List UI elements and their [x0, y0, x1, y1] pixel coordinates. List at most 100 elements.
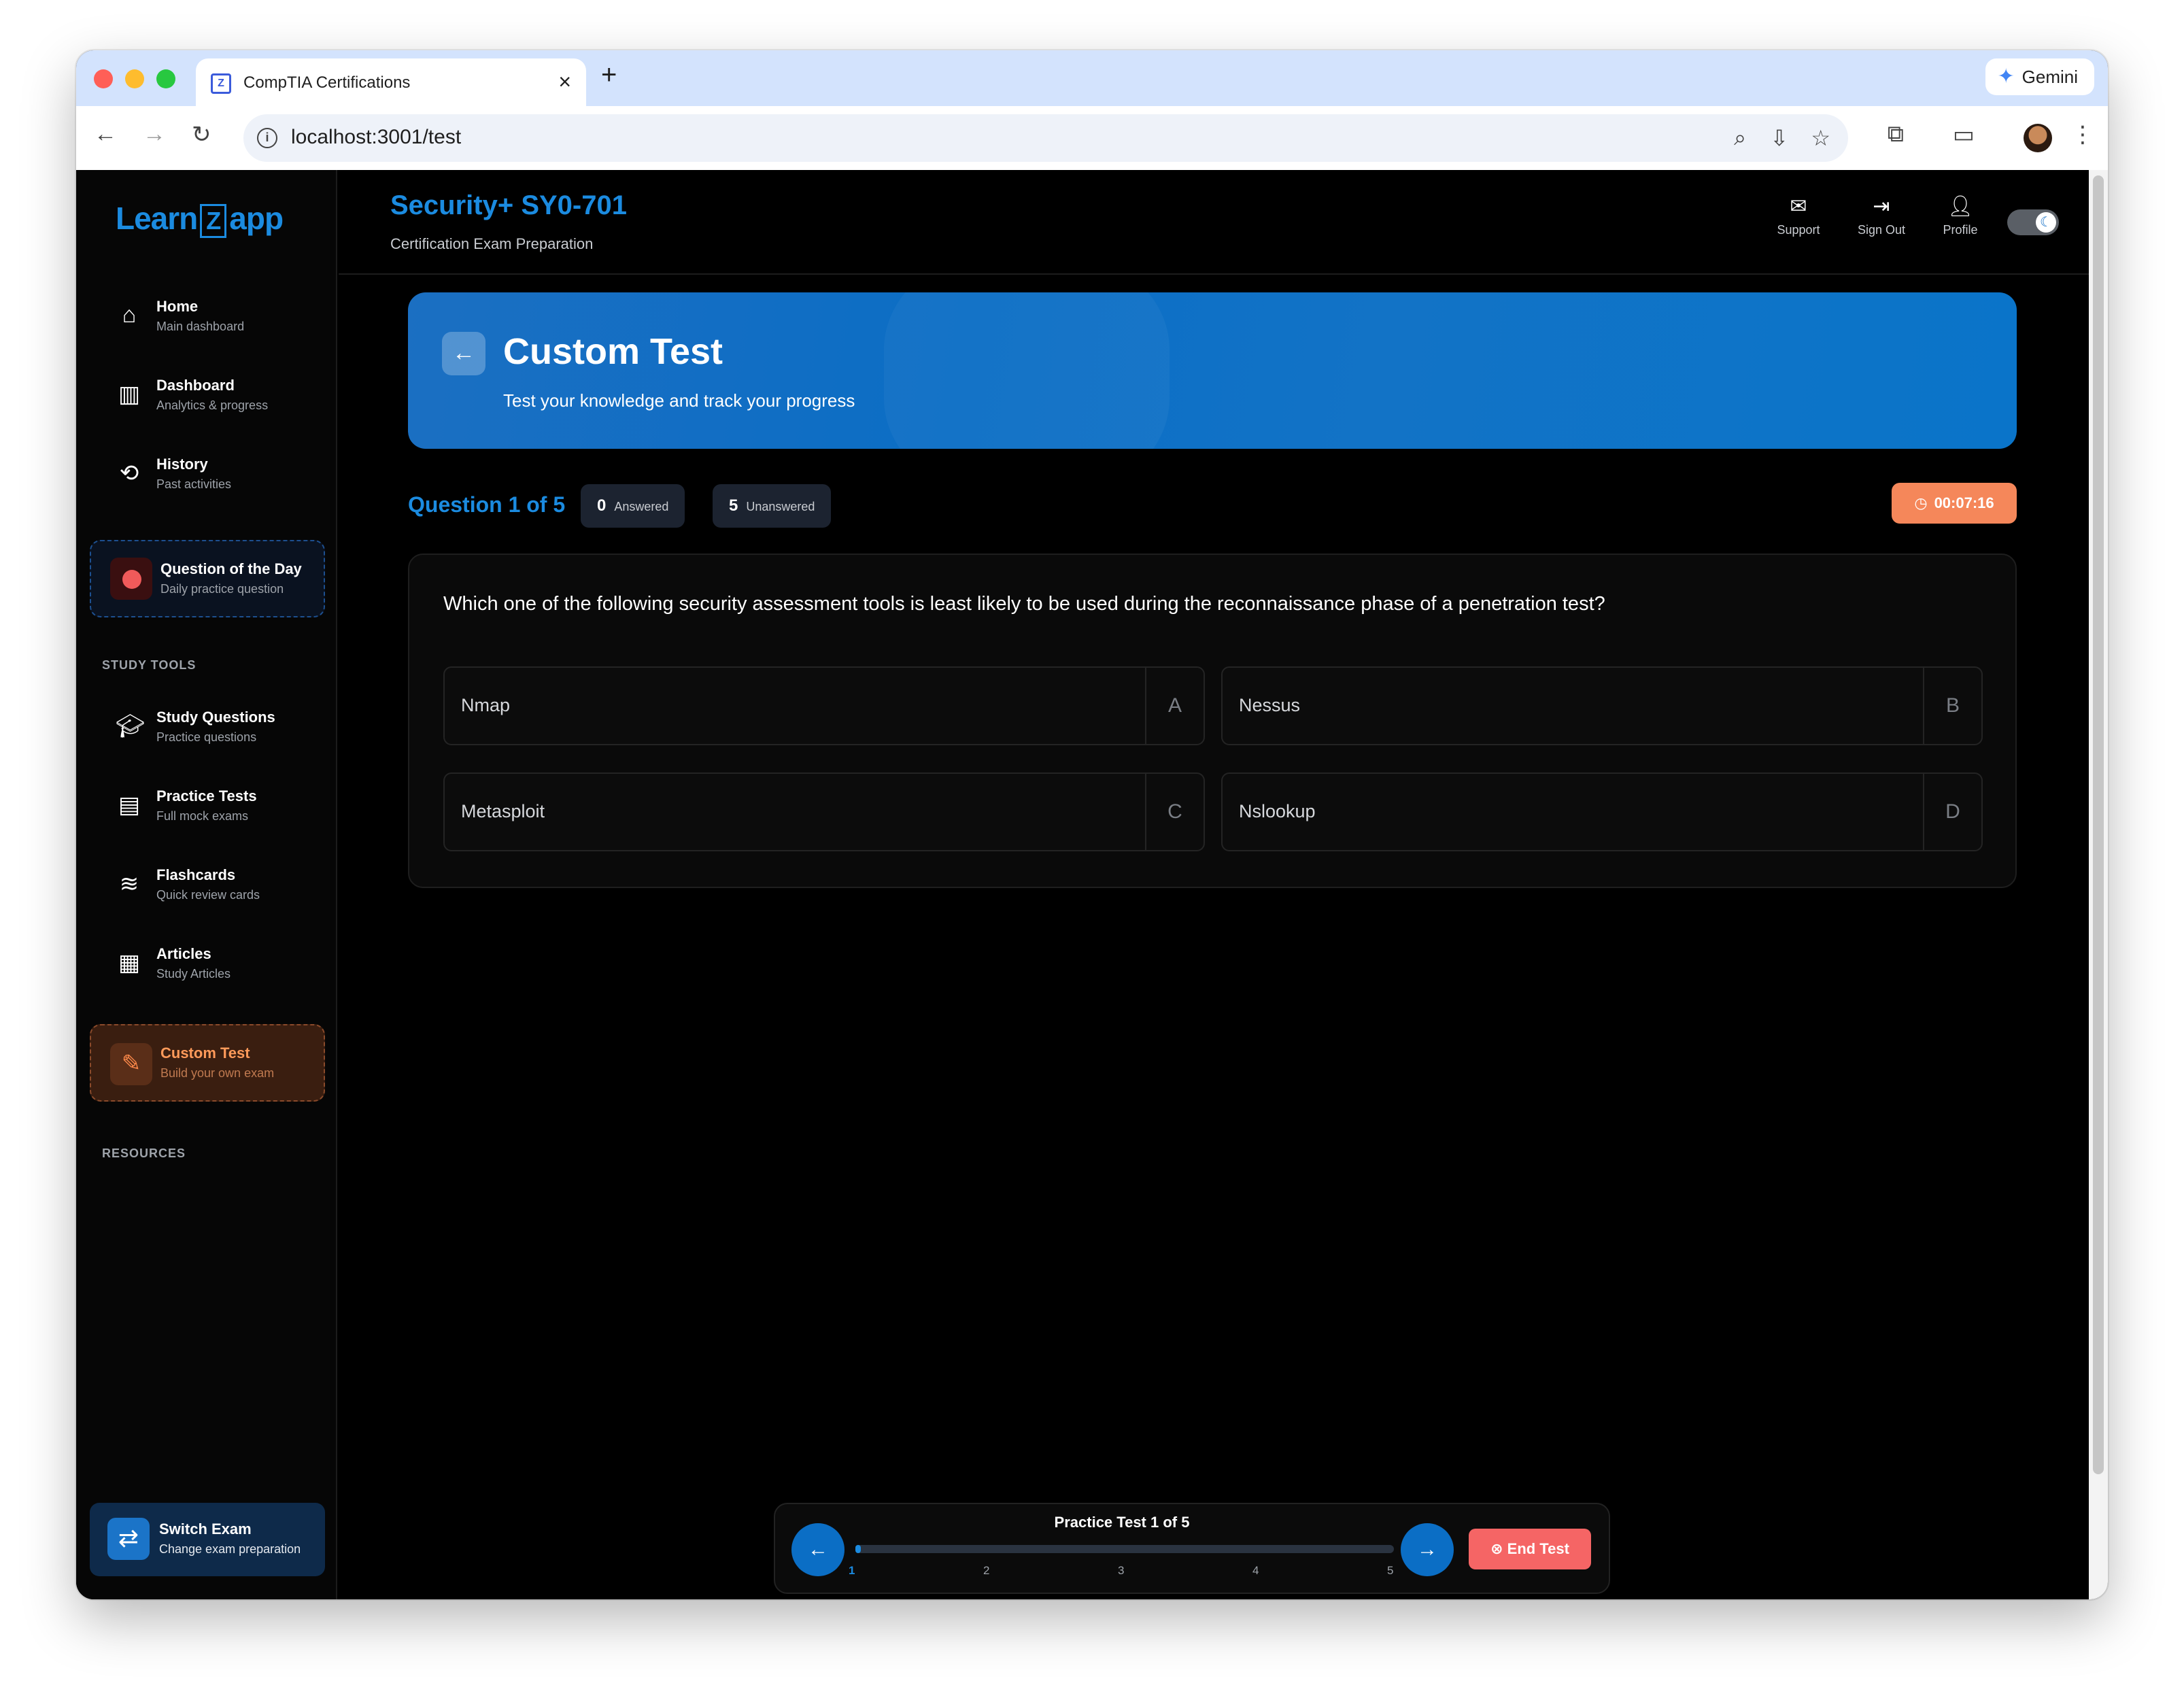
address-bar[interactable]: i localhost:3001/test ⌕ ⇩ ☆: [243, 114, 1848, 162]
progress-tick-5[interactable]: 5: [1387, 1564, 1393, 1578]
option-d[interactable]: Nslookup D: [1221, 772, 1983, 851]
progress-tick-4[interactable]: 4: [1252, 1564, 1259, 1578]
progress-tick-3[interactable]: 3: [1118, 1564, 1124, 1578]
sidebar-item-history[interactable]: ⟲ History Past activities: [116, 449, 320, 503]
test-progress-track[interactable]: [855, 1545, 1394, 1553]
option-c[interactable]: Metasploit C: [443, 772, 1205, 851]
minimize-window-button[interactable]: [125, 69, 144, 88]
install-app-icon[interactable]: ⇩: [1770, 125, 1788, 151]
sidebar: Learn Zapp ⌂ Home Main dashboard ▥ Dashbo…: [76, 170, 337, 1599]
progress-tick-2[interactable]: 2: [983, 1564, 989, 1578]
study-tools-heading: STUDY TOOLS: [102, 658, 197, 672]
tab-strip: Z CompTIA Certifications × + ✦ Gemini: [76, 50, 2108, 106]
kebab-menu-icon[interactable]: ⋮: [2071, 121, 2094, 148]
layers-icon: ≋: [119, 871, 139, 897]
graduation-cap-icon: 🎓︎: [116, 713, 146, 739]
previous-question-button[interactable]: ←: [791, 1523, 844, 1576]
favicon-icon: Z: [211, 73, 231, 94]
sidebar-item-sub: Practice questions: [156, 730, 257, 744]
logo-text-start: Learn: [116, 201, 198, 236]
site-info-icon[interactable]: i: [257, 128, 277, 148]
gemini-label: Gemini: [2021, 67, 2078, 87]
page-subtitle: Certification Exam Preparation: [390, 235, 594, 252]
history-icon: ⟲: [119, 460, 139, 486]
profile-button[interactable]: 👤︎ Profile: [1930, 194, 1991, 237]
clock-icon: ◷: [1914, 494, 1928, 511]
sidebar-item-sub: Main dashboard: [156, 320, 245, 333]
option-text: Metasploit: [461, 801, 545, 821]
page-title: Security+ SY0-701: [390, 190, 627, 220]
option-key: A: [1145, 668, 1204, 744]
learnzapp-logo[interactable]: Learn Zapp: [116, 200, 284, 238]
switch-exam-button[interactable]: ⇄ Switch Exam Change exam preparation: [90, 1503, 325, 1576]
tab-title: CompTIA Certifications: [243, 73, 411, 92]
sidebar-item-sub: Past activities: [156, 477, 232, 491]
sidebar-item-articles[interactable]: ▦ Articles Study Articles: [116, 938, 320, 993]
sign-out-button[interactable]: ⇥ Sign Out: [1851, 194, 1912, 237]
switch-exam-label: Switch Exam: [159, 1520, 252, 1537]
answered-badge: 0 Answered: [581, 484, 685, 528]
record-dot-icon: [110, 558, 152, 600]
option-text: Nslookup: [1239, 801, 1316, 821]
sidebar-item-question-of-the-day[interactable]: Question of the Day Daily practice quest…: [90, 540, 325, 617]
sidebar-item-sub: Study Articles: [156, 967, 231, 981]
sidebar-item-label: Articles: [156, 945, 211, 962]
switch-exam-sub: Change exam preparation: [159, 1542, 301, 1556]
timer-value: 00:07:16: [1934, 494, 1994, 511]
bookmark-star-icon[interactable]: ☆: [1811, 125, 1830, 151]
qod-label: Question of the Day: [160, 560, 302, 577]
reload-icon[interactable]: ↻: [192, 121, 211, 148]
moon-icon: ☾: [2036, 212, 2056, 233]
question-card: Which one of the following security asse…: [408, 554, 2017, 888]
unanswered-badge: 5 Unanswered: [713, 484, 832, 528]
back-arrow-icon[interactable]: ←: [442, 332, 485, 375]
sidebar-item-label: History: [156, 456, 208, 473]
page-header: Security+ SY0-701 Certification Exam Pre…: [339, 170, 2089, 275]
sidebar-item-sub: Quick review cards: [156, 888, 260, 902]
logo-z-mark: Z: [200, 204, 227, 238]
sidebar-item-custom-test[interactable]: ✎ Custom Test Build your own exam: [90, 1024, 325, 1102]
sidebar-item-practice-tests[interactable]: ▤ Practice Tests Full mock exams: [116, 781, 320, 835]
url-text[interactable]: localhost:3001/test: [291, 126, 461, 149]
tab-search-icon[interactable]: ▭: [1953, 121, 1975, 148]
option-text: Nmap: [461, 695, 511, 715]
page-scrollbar-thumb[interactable]: [2093, 175, 2104, 1474]
next-question-button[interactable]: →: [1401, 1523, 1454, 1576]
extensions-icon[interactable]: ⧉: [1888, 121, 1904, 148]
logo-text-end: app: [229, 201, 284, 236]
custom-test-sub: Build your own exam: [160, 1066, 275, 1080]
resources-heading: RESOURCES: [102, 1146, 186, 1160]
browser-window: Z CompTIA Certifications × + ✦ Gemini ← …: [76, 50, 2108, 1599]
user-icon: 👤︎: [1947, 195, 1974, 218]
option-b[interactable]: Nessus B: [1221, 666, 1983, 745]
browser-profile-avatar[interactable]: [2024, 124, 2052, 152]
sidebar-item-dashboard[interactable]: ▥ Dashboard Analytics & progress: [116, 370, 320, 424]
browser-tab[interactable]: Z CompTIA Certifications ×: [196, 58, 586, 106]
sidebar-item-label: Study Questions: [156, 709, 275, 726]
option-a[interactable]: Nmap A: [443, 666, 1205, 745]
zoom-icon[interactable]: ⌕: [1734, 125, 1746, 151]
theme-toggle[interactable]: ☾: [2007, 209, 2059, 235]
option-key: C: [1145, 774, 1204, 850]
sidebar-item-label: Practice Tests: [156, 787, 257, 804]
custom-test-label: Custom Test: [160, 1044, 250, 1061]
forward-arrow-icon[interactable]: →: [143, 121, 166, 148]
tab-close-icon[interactable]: ×: [558, 69, 571, 95]
question-counter: Question 1 of 5: [408, 492, 566, 517]
gemini-button[interactable]: ✦ Gemini: [1985, 58, 2094, 95]
sidebar-item-study-questions[interactable]: 🎓︎ Study Questions Practice questions: [116, 702, 320, 756]
option-text: Nessus: [1239, 695, 1301, 715]
back-arrow-icon[interactable]: ←: [94, 121, 117, 148]
end-test-label: End Test: [1507, 1540, 1569, 1557]
sidebar-item-label: Flashcards: [156, 866, 236, 883]
sidebar-item-home[interactable]: ⌂ Home Main dashboard: [116, 291, 320, 345]
edit-icon: ✎: [110, 1043, 152, 1085]
progress-tick-1[interactable]: 1: [849, 1564, 855, 1578]
new-tab-icon[interactable]: +: [601, 60, 617, 90]
maximize-window-button[interactable]: [156, 69, 175, 88]
close-window-button[interactable]: [94, 69, 113, 88]
question-text: Which one of the following security asse…: [443, 593, 1605, 615]
end-test-button[interactable]: ⊗ End Test: [1469, 1529, 1591, 1569]
sidebar-item-flashcards[interactable]: ≋ Flashcards Quick review cards: [116, 860, 320, 914]
support-button[interactable]: ✉ Support: [1768, 194, 1829, 237]
